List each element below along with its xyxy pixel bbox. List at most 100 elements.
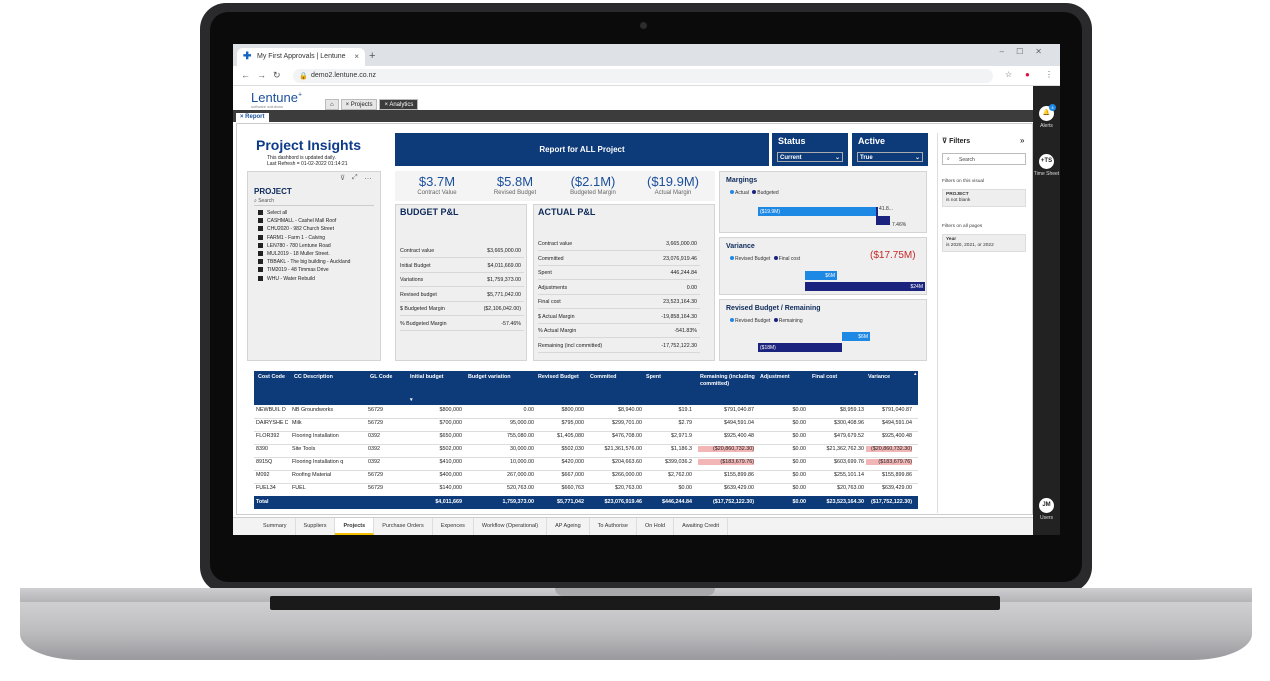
revised-budget-bar[interactable]: $6M (842, 332, 870, 341)
legend-budgeted: Budgeted (757, 190, 779, 196)
active-dropdown[interactable]: True ⌄ (857, 152, 923, 162)
list-item[interactable]: CHU2020 - 982 Church Street (258, 225, 350, 233)
page-tab[interactable]: Summary (255, 518, 296, 535)
filters-search-input[interactable]: ⌕ Search (942, 153, 1026, 165)
legend-dot (773, 256, 778, 260)
laptop-frame: ✚ My First Approvals | Lentune × + –☐✕ ←… (0, 0, 1270, 681)
table-row[interactable]: FLOR392 Flooring Installation 0392 $650,000… (254, 432, 918, 445)
column-header[interactable]: CC Description (292, 374, 368, 381)
star-icon[interactable]: ☆ (1005, 70, 1012, 79)
list-item[interactable]: LEN780 - 780 Lentune Road (258, 242, 350, 250)
actual-margin-bar[interactable]: ($19.9M) (758, 207, 876, 216)
table-row[interactable]: DAIRYSHE D1 Milk 56729 $700,000 95,000.00 $79… (254, 419, 918, 432)
list-item[interactable]: FARM1 - Farm 1 - Calving (258, 234, 350, 242)
actual-pl-title: ACTUAL P&L (538, 207, 596, 217)
row-label: Contract value (538, 241, 573, 247)
page-tab[interactable]: AP Ageing (547, 518, 590, 535)
total-cell: $446,244.84 (662, 499, 692, 505)
more-options-icon[interactable]: … (364, 172, 372, 181)
legend-dot (773, 318, 778, 322)
back-icon[interactable]: ← (241, 70, 250, 80)
last-refresh: Last Refresh = 01-02-2022 01:14:21 (267, 161, 348, 167)
close-tab-icon[interactable]: × (354, 52, 359, 61)
list-item[interactable]: CASHMALL - Cashel Mall Roof (258, 217, 350, 225)
table-row[interactable]: 8915Q Flooring Installation q 0392 $410,000… (254, 458, 918, 471)
home-tab[interactable]: ⌂ (325, 99, 339, 110)
lentune-logo[interactable]: Lentune+ software solutions (251, 90, 302, 109)
extension-icon[interactable]: ● (1025, 70, 1030, 79)
table-cell: ($183,679.76) (866, 459, 912, 465)
table-cell: $667,000 (561, 472, 584, 478)
page-tab[interactable]: Workflow (Operational) (474, 518, 548, 535)
project-filter-card[interactable]: PROJECT is not blank (942, 189, 1026, 207)
remaining-bar[interactable]: ($18M) (758, 343, 842, 352)
column-header[interactable]: Budget variation (466, 374, 536, 381)
address-bar[interactable]: 🔒 demo2.lentune.co.nz (293, 69, 993, 83)
kpi-actual-margin: ($19.9M) Actual Margin (631, 174, 715, 196)
focus-mode-icon[interactable]: ⤢ (352, 174, 358, 182)
lentune-favicon-icon: ✚ (243, 51, 252, 62)
total-cell: $4,011,669 (435, 499, 462, 505)
project-search-placeholder: Search (258, 198, 275, 204)
revised-budget-bar[interactable]: $6M (805, 271, 837, 280)
final-cost-bar[interactable]: $24M (805, 282, 925, 291)
list-item[interactable]: Select all (258, 209, 350, 217)
timesheet-button[interactable]: +TS Time Sheet (1033, 154, 1060, 177)
margings-legend: Actual Budgeted (730, 190, 779, 196)
alerts-button[interactable]: 🔔 4 Alerts (1033, 104, 1060, 129)
browser-tab-title: My First Approvals | Lentune (257, 53, 346, 60)
list-item[interactable]: TBBAKL - The big building - Auckland (258, 258, 350, 266)
margings-label: 41.8... (879, 206, 893, 212)
page-tab[interactable]: Projects (335, 518, 375, 535)
column-header[interactable]: Adjustment (758, 374, 808, 381)
users-button[interactable]: JM Users (1033, 498, 1060, 521)
column-header[interactable]: Final cost (810, 374, 866, 381)
year-filter-card[interactable]: Year is 2020, 2021, or 2022 (942, 234, 1026, 252)
scroll-up-icon[interactable]: ▴ (914, 371, 917, 377)
browser-tab[interactable]: ✚ My First Approvals | Lentune × (237, 48, 365, 66)
list-item[interactable]: TIM2019 - 48 Timmas Drive (258, 266, 350, 274)
row-value: 446,244.84 (670, 270, 697, 276)
forward-icon[interactable]: → (257, 70, 266, 80)
collapse-icon[interactable]: » (1020, 136, 1024, 145)
table-cell: Site Tools (292, 446, 316, 452)
list-item[interactable]: MUL2019 - 18 Muller Street. (258, 250, 350, 258)
project-search-input[interactable]: ⌕ Search (254, 198, 374, 206)
reload-icon[interactable]: ↻ (273, 70, 281, 81)
tab-analytics[interactable]: × Analytics (379, 99, 419, 110)
window-controls[interactable]: –☐✕ (1000, 47, 1054, 56)
column-header[interactable]: Cost Code (256, 374, 290, 381)
column-header[interactable]: Remaining (including committed) (698, 374, 756, 388)
column-header[interactable]: Initial budget (408, 374, 464, 381)
table-cell: $400,000 (439, 472, 462, 478)
budgeted-margin-bar-2[interactable] (876, 216, 890, 225)
report-tab[interactable]: × Report (236, 113, 269, 123)
legend-remaining: Remaining (778, 318, 803, 324)
column-header[interactable]: GL Code (368, 374, 408, 381)
page-tab[interactable]: Expences (433, 518, 474, 535)
table-cell: $21,362,762.30 (826, 446, 864, 452)
budgeted-margin-bar[interactable] (876, 207, 878, 216)
column-header[interactable]: Variance (866, 374, 914, 381)
list-item[interactable]: WHU - Water Rebuild (258, 275, 350, 283)
tab-projects[interactable]: × Projects (340, 99, 378, 110)
table-cell: $20,763.00 (837, 485, 864, 491)
table-row[interactable]: 8390 Site Tools 0392 $502,000 30,000.00 $502,… (254, 445, 918, 458)
column-header[interactable]: Commited (588, 374, 644, 381)
page-tab[interactable]: To Authorise (590, 518, 637, 535)
table-row[interactable]: NEWBUIL D NB Groundworks 56729 $800,000 0.00… (254, 406, 918, 419)
menu-icon[interactable]: ⋮ (1045, 70, 1053, 79)
row-value: 0.00 (686, 285, 697, 291)
sort-desc-icon[interactable]: ▾ (410, 397, 413, 403)
new-tab-button[interactable]: + (369, 50, 375, 62)
filter-icon[interactable]: ⊽ (340, 174, 345, 182)
page-tab[interactable]: Awaiting Credit (674, 518, 729, 535)
column-header[interactable]: Revised Budget (536, 374, 586, 381)
page-tab[interactable]: On Hold (637, 518, 675, 535)
page-tab[interactable]: Suppliers (296, 518, 336, 535)
page-tab[interactable]: Purchase Orders (374, 518, 433, 535)
active-slicer: Active True ⌄ (852, 133, 928, 166)
status-dropdown[interactable]: Current ⌄ (777, 152, 843, 162)
column-header[interactable]: Spent (644, 374, 694, 381)
table-row[interactable]: M092 Roofing Material 56729 $400,000 267,000… (254, 471, 918, 484)
